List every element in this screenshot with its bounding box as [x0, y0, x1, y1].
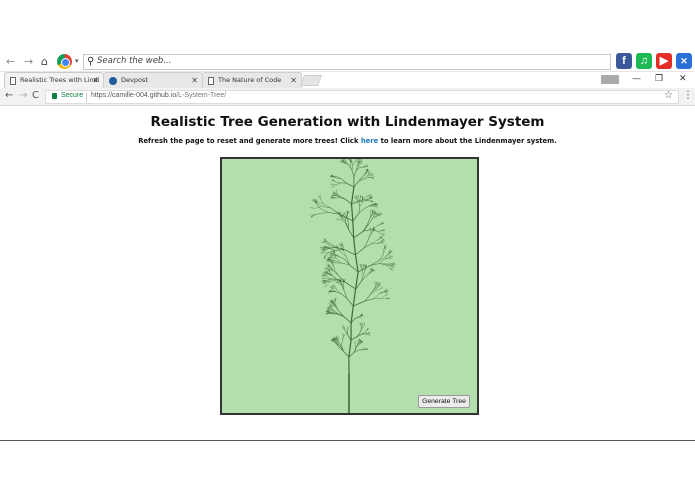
close-icon[interactable]: ✕ [92, 73, 99, 88]
new-tab-button[interactable] [299, 75, 323, 86]
address-bar: ← → C Secure https://camille-004.github.… [0, 88, 695, 106]
url-host: https://camille-004.github.io [91, 92, 177, 99]
l-system-tree-drawing [309, 159, 396, 413]
url-input[interactable]: Secure https://camille-004.github.io/L-S… [45, 90, 679, 104]
star-icon[interactable]: ☆ [664, 90, 673, 101]
divider [86, 93, 87, 102]
forward-arrow-icon[interactable]: → [19, 90, 27, 101]
tab-label: The Nature of Code [218, 76, 282, 84]
subtitle-text: to learn more about the Lindenmayer syst… [378, 137, 557, 145]
subtitle-text: Refresh the page to reset and generate m… [138, 137, 361, 145]
chrome-icon[interactable] [57, 54, 72, 69]
gamepad-icon[interactable]: ✕ [676, 53, 692, 69]
chevron-down-icon[interactable]: ▾ [75, 57, 79, 65]
menu-icon[interactable]: ⋮ [683, 90, 693, 101]
tab-realistic-trees[interactable]: Realistic Trees with Lindi ✕ [4, 72, 104, 88]
restore-icon[interactable]: ❐ [655, 74, 663, 84]
profile-icon[interactable] [601, 75, 619, 84]
search-toolbar: ← → ⌂ ▾ ⚲ Search the web... f ♫ ▶ ✕ [0, 52, 695, 72]
tab-nature-of-code[interactable]: The Nature of Code ✕ [202, 72, 302, 88]
url-text: https://camille-004.github.io/L-System-T… [91, 92, 226, 99]
home-icon[interactable]: ⌂ [41, 55, 48, 69]
divider [0, 440, 695, 441]
lock-icon [52, 93, 57, 99]
devpost-icon [109, 77, 117, 85]
learn-more-link[interactable]: here [361, 137, 378, 145]
tab-label: Realistic Trees with Lindi [20, 76, 100, 84]
tree-canvas[interactable] [220, 157, 479, 415]
forward-arrow-icon[interactable]: → [24, 55, 33, 69]
tree-branches [309, 159, 396, 413]
page-icon [208, 77, 214, 85]
close-icon[interactable]: ✕ [290, 73, 297, 88]
toolbar-search-input[interactable]: ⚲ Search the web... [83, 54, 611, 70]
search-icon: ⚲ [87, 56, 95, 67]
minimize-icon[interactable]: — [632, 74, 641, 84]
page-subtitle: Refresh the page to reset and generate m… [0, 137, 695, 145]
music-icon[interactable]: ♫ [636, 53, 652, 69]
tab-label: Devpost [121, 76, 148, 84]
search-placeholder: Search the web... [97, 56, 172, 66]
tab-strip: Realistic Trees with Lindi ✕ Devpost ✕ T… [0, 72, 695, 88]
tab-devpost[interactable]: Devpost ✕ [103, 72, 203, 88]
back-arrow-icon[interactable]: ← [5, 90, 13, 101]
generate-tree-button[interactable]: Generate Tree [418, 395, 470, 408]
page-icon [10, 77, 16, 85]
youtube-icon[interactable]: ▶ [656, 53, 672, 69]
close-window-icon[interactable]: ✕ [679, 74, 687, 84]
secure-label: Secure [61, 92, 84, 99]
page-title: Realistic Tree Generation with Lindenmay… [150, 114, 545, 130]
back-arrow-icon[interactable]: ← [6, 55, 15, 69]
reload-icon[interactable]: C [32, 90, 39, 101]
facebook-icon[interactable]: f [616, 53, 632, 69]
url-path: /L-System-Tree/ [176, 92, 227, 99]
close-icon[interactable]: ✕ [191, 73, 198, 88]
